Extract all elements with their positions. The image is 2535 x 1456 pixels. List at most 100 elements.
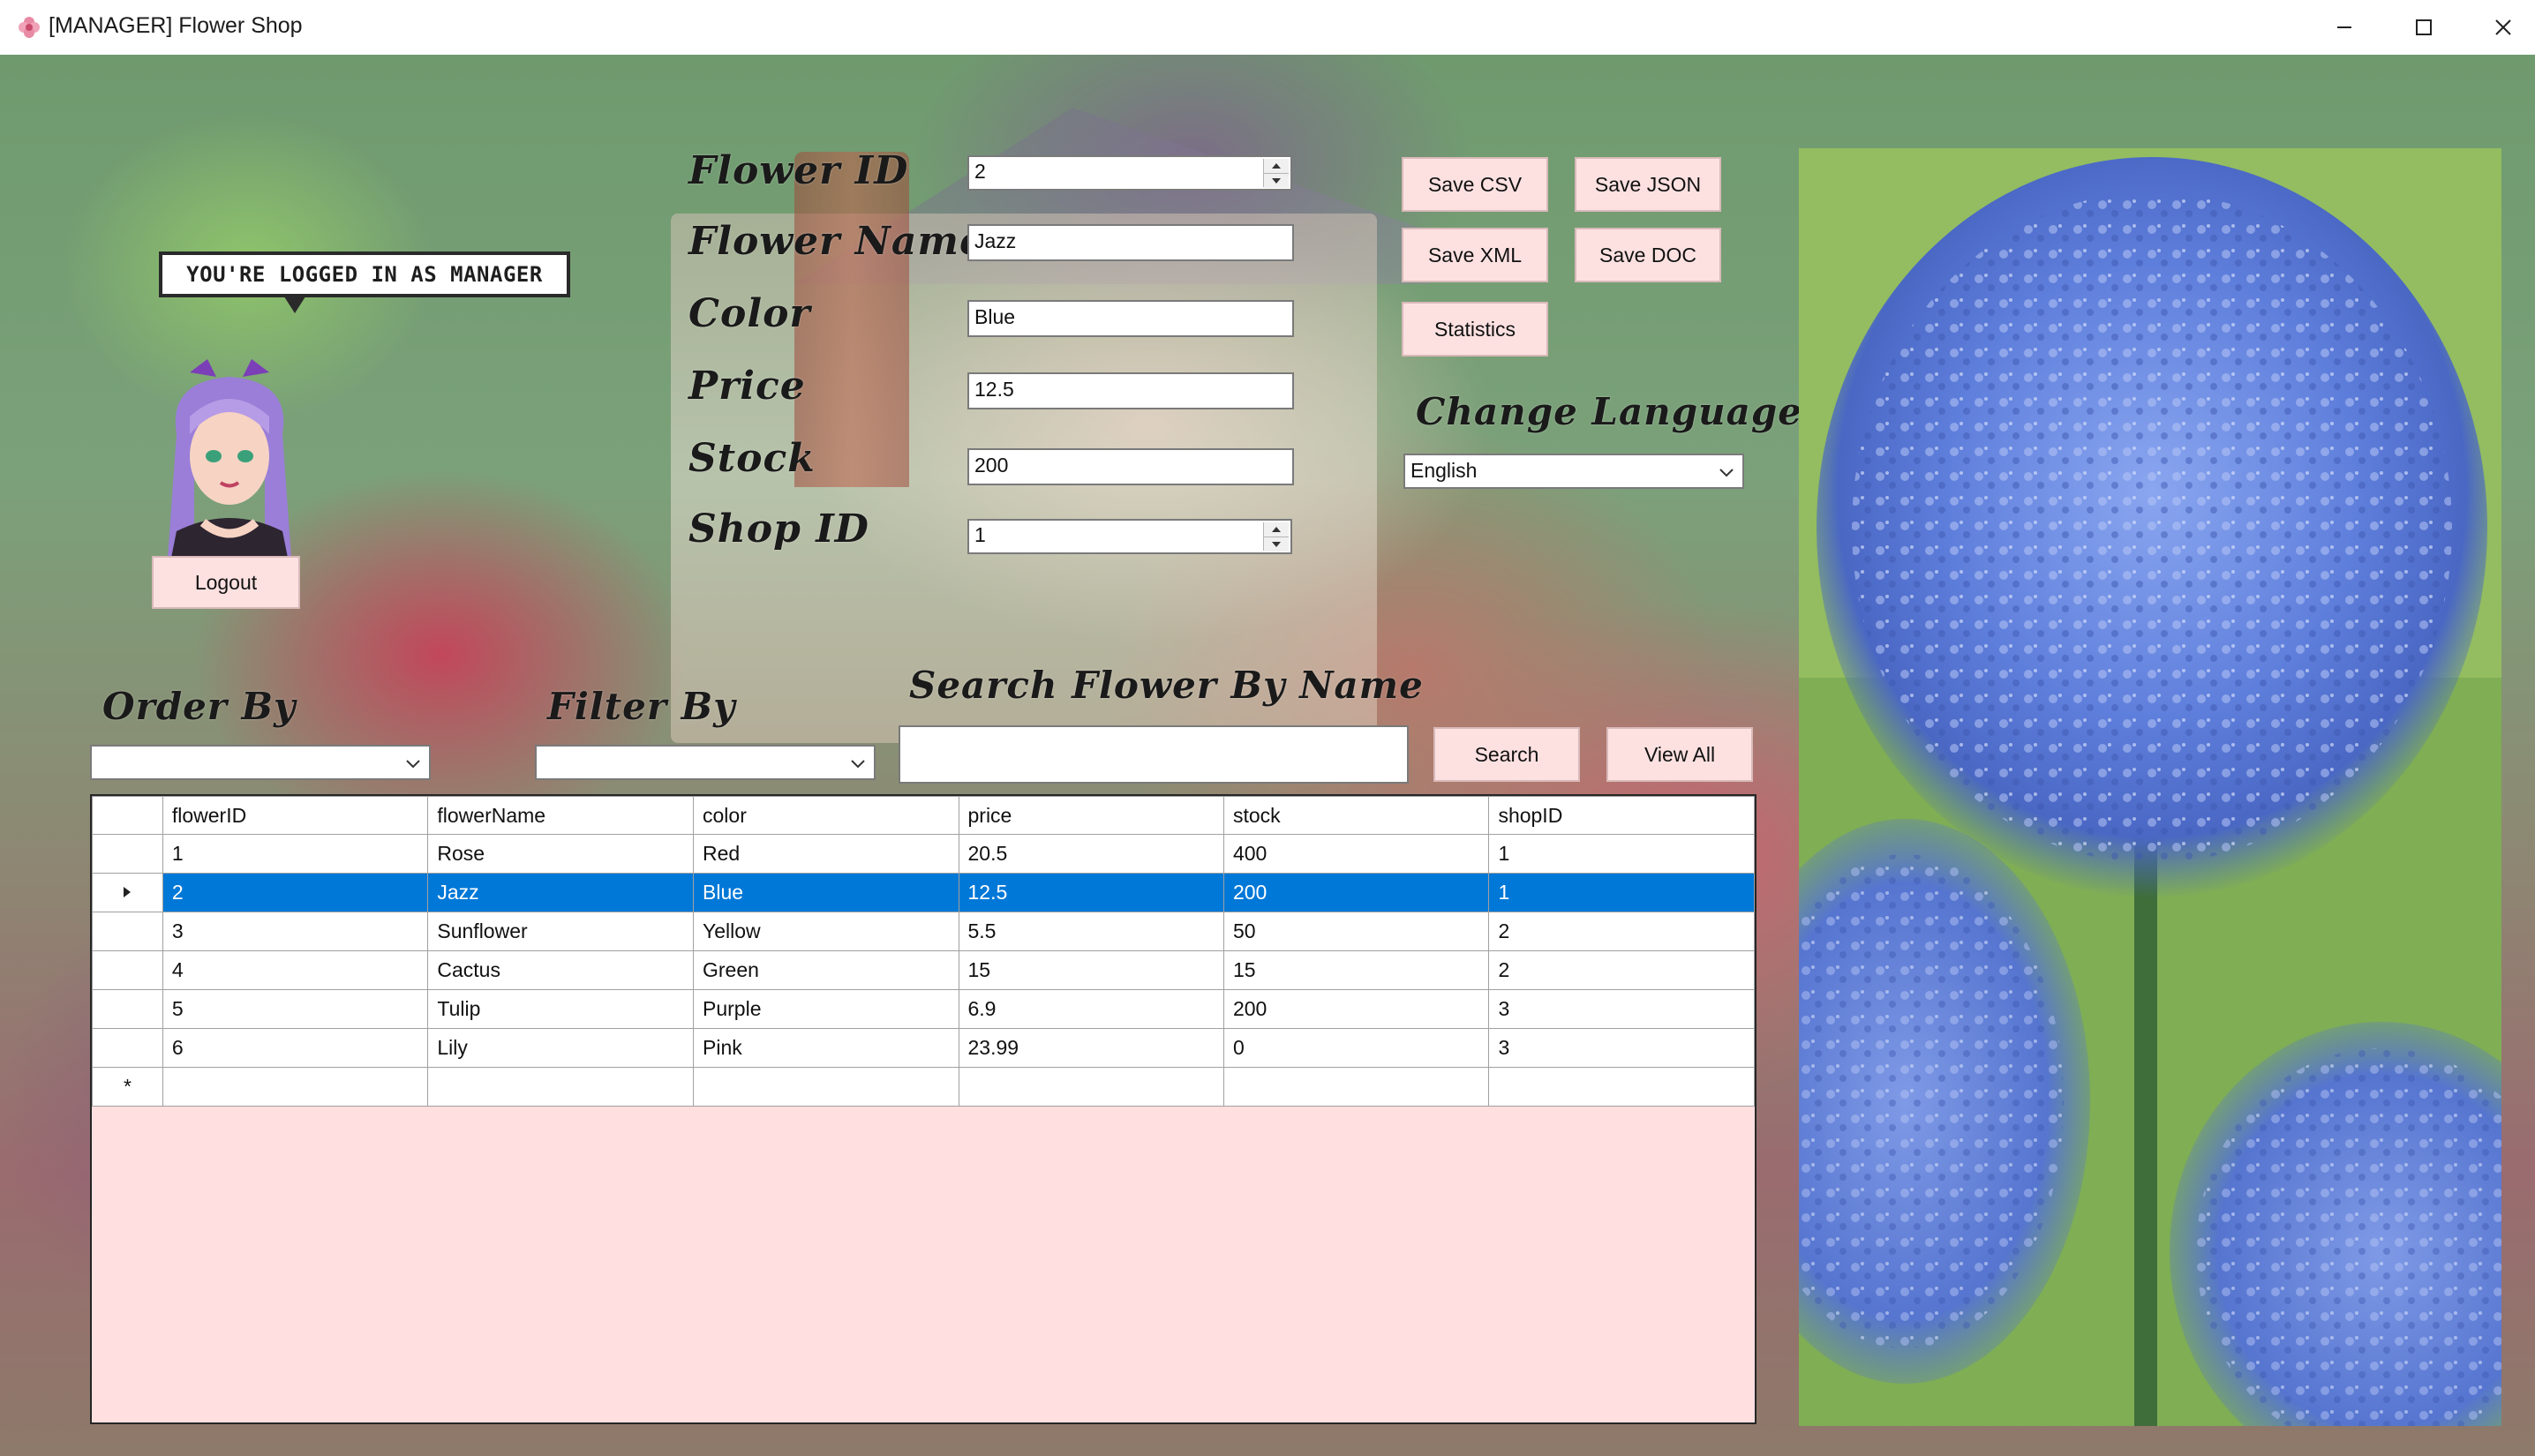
table-cell[interactable] [427,1067,694,1107]
table-row[interactable]: 3 Sunflower Yellow 5.5 50 2 [92,912,1755,951]
logged-in-bubble: YOU'RE LOGGED IN AS MANAGER [159,251,570,297]
stock-field[interactable]: 200 [967,448,1294,485]
search-button[interactable]: Search [1433,727,1580,782]
table-cell[interactable]: 3 [1488,1028,1755,1068]
save-xml-button[interactable]: Save XML [1402,228,1548,282]
price-label: Price [688,364,806,409]
color-label: Color [688,291,811,336]
save-json-button[interactable]: Save JSON [1575,157,1721,212]
order-by-select[interactable] [90,745,431,780]
table-cell[interactable]: 15 [1222,950,1490,990]
table-cell[interactable]: 0 [1222,1028,1490,1068]
language-select[interactable]: English [1403,454,1744,489]
new-row[interactable]: * [92,1067,1755,1107]
table-cell[interactable]: Red [693,834,959,874]
table-cell[interactable]: 200 [1222,873,1490,912]
row-header[interactable] [92,873,163,912]
save-csv-button[interactable]: Save CSV [1402,157,1548,212]
table-cell[interactable]: 400 [1222,834,1490,874]
title-bar: [MANAGER] Flower Shop [0,0,2535,56]
table-cell[interactable]: Sunflower [427,912,694,951]
table-cell[interactable]: Green [693,950,959,990]
table-cell[interactable] [1222,1067,1490,1107]
column-header[interactable]: stock [1222,796,1490,835]
flower-photo [1799,148,2501,1426]
flower-id-spin-arrows[interactable] [1263,159,1289,188]
spin-down-icon[interactable] [1264,537,1289,552]
row-header[interactable] [92,950,163,990]
minimize-icon [2337,26,2351,28]
table-cell[interactable]: 5.5 [958,912,1224,951]
table-cell[interactable]: 6.9 [958,989,1224,1029]
table-cell[interactable]: Pink [693,1028,959,1068]
table-cell[interactable]: Rose [427,834,694,874]
table-cell[interactable] [958,1067,1224,1107]
close-icon [2495,19,2511,35]
table-cell[interactable]: 5 [162,989,429,1029]
logout-button[interactable]: Logout [152,556,300,609]
table-cell[interactable]: 1 [1488,834,1755,874]
table-row[interactable]: 1 Rose Red 20.5 400 1 [92,834,1755,874]
save-doc-button[interactable]: Save DOC [1575,228,1721,282]
spin-down-icon[interactable] [1264,173,1289,188]
table-cell[interactable]: Purple [693,989,959,1029]
row-header[interactable] [92,989,163,1029]
shop-id-stepper[interactable]: 1 [967,519,1292,554]
table-cell[interactable]: Yellow [693,912,959,951]
table-cell[interactable]: 200 [1222,989,1490,1029]
search-label: Search Flower By Name [909,664,1424,707]
table-cell[interactable] [1488,1067,1755,1107]
table-cell[interactable]: 15 [958,950,1224,990]
table-cell[interactable]: 6 [162,1028,429,1068]
row-header[interactable] [92,834,163,874]
statistics-button[interactable]: Statistics [1402,302,1548,356]
filter-by-select[interactable] [535,745,876,780]
table-cell[interactable]: 1 [1488,873,1755,912]
column-header[interactable]: color [693,796,959,835]
flower-id-label: Flower ID [688,148,909,193]
table-row[interactable]: 6 Lily Pink 23.99 0 3 [92,1028,1755,1068]
view-all-button[interactable]: View All [1606,727,1753,782]
table-cell[interactable]: Cactus [427,950,694,990]
table-row[interactable]: 5 Tulip Purple 6.9 200 3 [92,989,1755,1029]
table-row[interactable]: 4 Cactus Green 15 15 2 [92,950,1755,990]
shop-id-spin-arrows[interactable] [1263,522,1289,552]
table-cell[interactable]: 1 [162,834,429,874]
row-header[interactable] [92,1028,163,1068]
table-cell[interactable]: 2 [1488,950,1755,990]
maximize-button[interactable] [2383,0,2464,55]
close-button[interactable] [2463,0,2535,55]
spin-up-icon[interactable] [1264,159,1289,173]
table-cell[interactable]: 23.99 [958,1028,1224,1068]
table-cell[interactable]: Blue [693,873,959,912]
table-cell[interactable]: 2 [1488,912,1755,951]
table-cell[interactable]: 20.5 [958,834,1224,874]
table-cell[interactable]: 4 [162,950,429,990]
table-cell[interactable] [693,1067,959,1107]
allium-flower-image [1799,148,2501,1426]
minimize-button[interactable] [2304,0,2385,55]
color-field[interactable]: Blue [967,300,1294,337]
table-cell[interactable]: 3 [162,912,429,951]
table-cell[interactable]: 12.5 [958,873,1224,912]
table-row-selected[interactable]: 2 Jazz Blue 12.5 200 1 [92,873,1755,912]
price-field[interactable]: 12.5 [967,372,1294,409]
spin-up-icon[interactable] [1264,522,1289,537]
table-cell[interactable]: 50 [1222,912,1490,951]
column-header[interactable]: price [958,796,1224,835]
table-cell[interactable]: 2 [162,873,429,912]
column-header[interactable]: flowerID [162,796,429,835]
flowers-data-grid[interactable]: flowerID flowerName color price stock sh… [90,794,1756,1424]
table-cell[interactable]: 3 [1488,989,1755,1029]
flower-id-stepper[interactable]: 2 [967,155,1292,191]
search-input[interactable] [899,725,1409,784]
table-cell[interactable]: Tulip [427,989,694,1029]
row-header-corner [92,796,163,835]
table-cell[interactable]: Jazz [427,873,694,912]
flower-name-field[interactable]: Jazz [967,224,1294,261]
table-cell[interactable]: Lily [427,1028,694,1068]
column-header[interactable]: shopID [1488,796,1755,835]
column-header[interactable]: flowerName [427,796,694,835]
table-cell[interactable] [162,1067,429,1107]
row-header[interactable] [92,912,163,951]
